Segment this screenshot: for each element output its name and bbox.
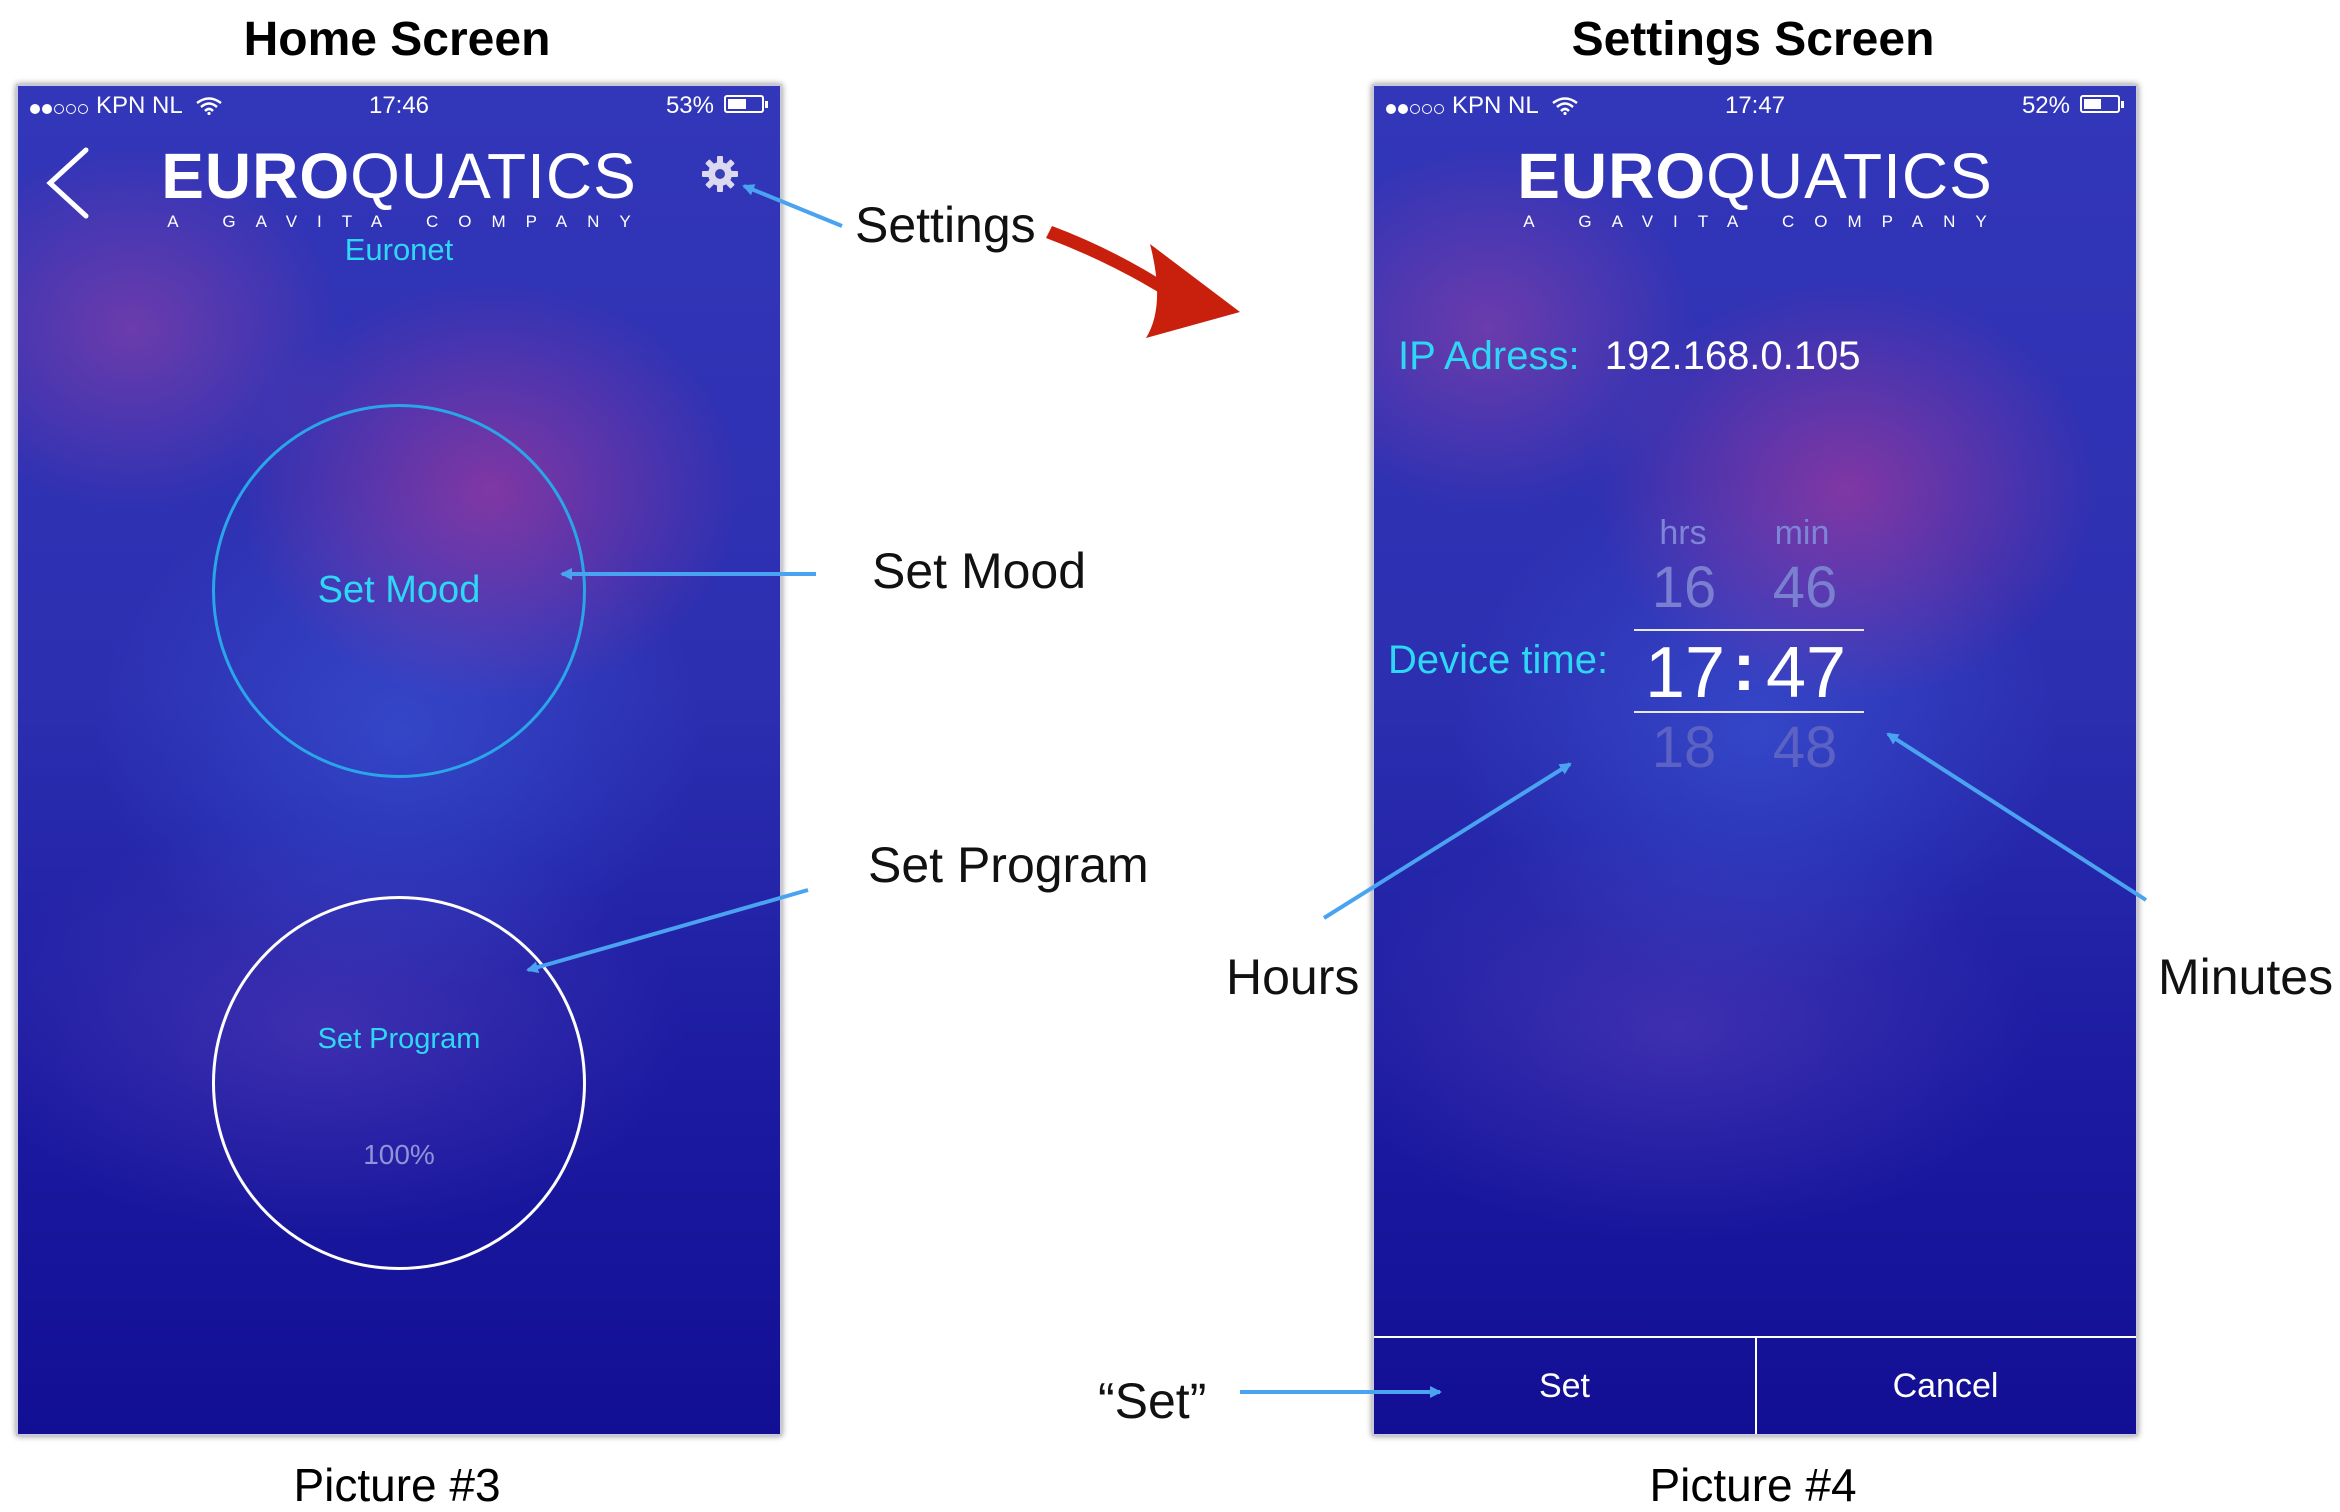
- device-time-label: Device time:: [1388, 638, 1609, 682]
- annotation-settings: Settings: [855, 197, 1036, 253]
- time-separator: :: [1732, 629, 1756, 705]
- set-mood-label: Set Mood: [317, 569, 481, 611]
- red-arrow-icon: [1046, 226, 1240, 338]
- set-program-label: Set Program: [317, 1023, 481, 1055]
- settings-screen-heading: Settings Screen: [1571, 13, 1935, 66]
- annotation-set: “Set”: [1098, 1373, 1207, 1429]
- battery-percent: 52%: [2021, 92, 2070, 119]
- device-name: Euronet: [344, 232, 454, 267]
- caption-picture-4: Picture #4: [1649, 1459, 1857, 1511]
- minute-selected[interactable]: 47: [1760, 632, 1852, 714]
- hour-below[interactable]: 18: [1644, 714, 1724, 781]
- settings-footer: Set Cancel: [1374, 1336, 2136, 1434]
- ip-address-row: IP Adress: 192.168.0.105: [1398, 334, 1861, 379]
- gear-icon[interactable]: [698, 152, 742, 196]
- annotation-set-program: Set Program: [868, 837, 1149, 893]
- status-bar: KPN NL 17:47 52%: [1374, 86, 2136, 120]
- set-mood-button[interactable]: Set Mood: [212, 404, 586, 778]
- annotation-minutes: Minutes: [2158, 949, 2334, 1005]
- annotation-hours: Hours: [1226, 949, 1360, 1005]
- set-program-button[interactable]: Set Program 100%: [212, 896, 586, 1270]
- status-bar: KPN NL 17:46 53%: [18, 86, 780, 120]
- time-picker[interactable]: hrs min 16 46 17 : 47 18 48: [1634, 504, 1864, 804]
- home-screen-heading: Home Screen: [243, 13, 551, 66]
- hour-above[interactable]: 16: [1644, 554, 1724, 621]
- settings-screen-phone: KPN NL 17:47 52% EUROQUATICS A GAVITA CO…: [1372, 84, 2138, 1436]
- set-button[interactable]: Set: [1374, 1338, 1755, 1434]
- program-percent: 100%: [363, 1139, 435, 1170]
- hrs-label: hrs: [1659, 514, 1707, 552]
- home-screen-phone: KPN NL 17:46 53% EUROQUATICS A GAVITA CO…: [16, 84, 782, 1436]
- euroquatics-logo: EUROQUATICS A GAVITA COMPANY: [161, 140, 651, 231]
- minute-below[interactable]: 48: [1762, 714, 1848, 781]
- battery-icon: [2080, 95, 2124, 113]
- min-label: min: [1774, 514, 1830, 552]
- cancel-button[interactable]: Cancel: [1755, 1338, 2136, 1434]
- battery-icon: [724, 95, 768, 113]
- ip-label: IP Adress:: [1398, 334, 1580, 378]
- hour-selected[interactable]: 17: [1642, 632, 1728, 714]
- minute-above[interactable]: 46: [1762, 554, 1848, 621]
- euroquatics-logo: EUROQUATICS A GAVITA COMPANY: [1517, 140, 2007, 231]
- battery-percent: 53%: [665, 92, 714, 119]
- annotation-set-mood: Set Mood: [872, 543, 1087, 599]
- caption-picture-3: Picture #3: [293, 1459, 501, 1511]
- ip-value: 192.168.0.105: [1604, 334, 1861, 378]
- picker-bottom-line: [1634, 711, 1864, 713]
